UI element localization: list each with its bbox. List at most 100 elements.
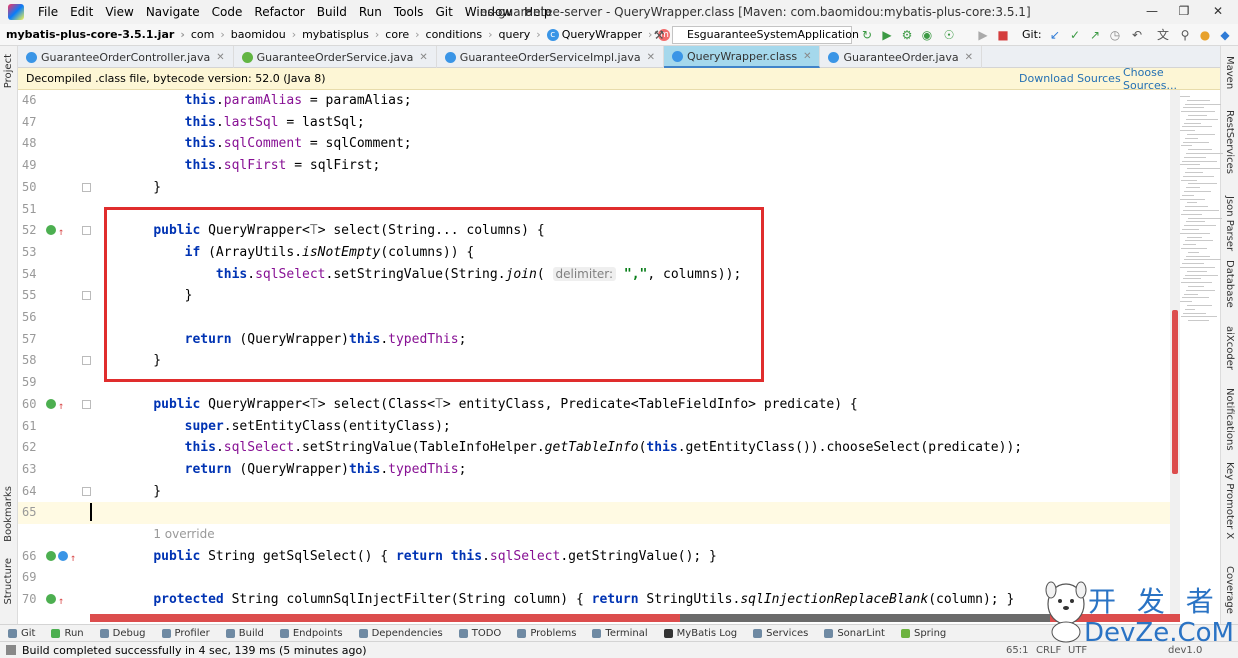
menu-code[interactable]: Code [206, 5, 249, 19]
close-icon[interactable]: ✕ [965, 52, 973, 63]
fold-marker-icon[interactable] [82, 226, 91, 236]
tool-endpoints[interactable]: Endpoints [272, 628, 351, 639]
code-editor[interactable]: 46 this.paramAlias = paramAlias; 47 this.… [18, 90, 1178, 614]
override-marker-icon[interactable] [46, 550, 56, 561]
stop-icon[interactable]: ■ [996, 28, 1010, 42]
structure-tool-button[interactable]: Structure [3, 558, 14, 605]
override-marker-icon[interactable] [46, 594, 56, 605]
close-icon[interactable]: ✕ [647, 52, 655, 63]
breadcrumb-jar[interactable]: mybatis-plus-core-3.5.1.jar › [0, 28, 185, 41]
search-icon[interactable]: ⚲ [1178, 28, 1192, 42]
breadcrumb-querywrapper[interactable]: c QueryWrapper › [541, 28, 652, 41]
tool-terminal[interactable]: Terminal [584, 628, 655, 639]
menu-run[interactable]: Run [353, 5, 388, 19]
code-minimap[interactable] [1178, 90, 1223, 330]
ide-logo-icon[interactable]: ◆ [1218, 28, 1232, 42]
close-icon[interactable]: ✕ [1210, 4, 1226, 20]
tool-run[interactable]: Run [43, 628, 91, 639]
vertical-scrollbar-thumb[interactable] [1172, 310, 1178, 474]
menu-navigate[interactable]: Navigate [140, 5, 206, 19]
resume-icon[interactable]: ▶ [976, 28, 990, 42]
restservices-tool-button[interactable]: RestServices [1224, 110, 1235, 174]
menu-tools[interactable]: Tools [388, 5, 430, 19]
tool-services[interactable]: Services [745, 628, 816, 639]
fold-marker-icon[interactable] [82, 486, 91, 496]
code-line[interactable]: 60 ↑ public QueryWrapper<T> select(Class<… [18, 394, 1178, 416]
close-icon[interactable]: ✕ [216, 52, 224, 63]
menu-git[interactable]: Git [429, 5, 458, 19]
code-line[interactable]: 47 this.lastSql = lastSql; [18, 112, 1178, 134]
json-parser-tool-button[interactable]: Json Parser [1224, 196, 1235, 251]
tool-problems[interactable]: Problems [509, 628, 584, 639]
code-line[interactable]: 1 override [18, 524, 1178, 546]
minimize-icon[interactable]: — [1144, 4, 1160, 20]
code-line[interactable]: 62 this.sqlSelect.setStringValue(TableIn… [18, 437, 1178, 459]
git-commit-icon[interactable]: ✓ [1068, 28, 1082, 42]
override-marker-icon[interactable] [46, 398, 56, 409]
horizontal-scrollbar-thumb[interactable] [680, 614, 1050, 622]
menu-edit[interactable]: Edit [64, 5, 99, 19]
tool-debug[interactable]: Debug [92, 628, 154, 639]
tab-guarantee-order-service[interactable]: GuaranteeOrderService.java ✕ [234, 46, 437, 68]
bookmarks-tool-button[interactable]: Bookmarks [3, 486, 14, 542]
arrow-up-icon[interactable]: ↑ [70, 548, 76, 570]
breadcrumb-baomidou[interactable]: baomidou › [225, 28, 296, 41]
code-line[interactable]: 63 return (QueryWrapper)this.typedThis; [18, 459, 1178, 481]
debug-icon[interactable]: ⚙ [900, 28, 914, 42]
history-icon[interactable]: ◷ [1108, 28, 1122, 42]
run-configuration-select[interactable]: EsguaranteeSystemApplication ▾ [672, 26, 859, 57]
tab-guarantee-order[interactable]: GuaranteeOrder.java ✕ [820, 46, 982, 68]
translate-icon[interactable]: 文 [1156, 28, 1170, 42]
run-icon[interactable]: ▶ [880, 28, 894, 42]
overridden-marker-icon[interactable] [58, 550, 68, 561]
menu-view[interactable]: View [99, 5, 139, 19]
breadcrumb-core[interactable]: core › [379, 28, 419, 41]
menu-file[interactable]: File [32, 5, 64, 19]
fold-marker-icon[interactable] [82, 399, 91, 409]
git-update-icon[interactable]: ↙ [1048, 28, 1062, 42]
aixcoder-tool-button[interactable]: aiXcoder [1224, 326, 1235, 370]
tool-sonarlint[interactable]: SonarLint [816, 628, 893, 639]
code-line[interactable]: 70 ↑ protected String columnSqlInjectFilt… [18, 589, 1178, 611]
fold-marker-icon[interactable] [82, 356, 91, 366]
caret-position[interactable]: 65:1 [1006, 645, 1028, 656]
menu-refactor[interactable]: Refactor [248, 5, 310, 19]
code-line[interactable]: 61 super.setEntityClass(entityClass); [18, 416, 1178, 438]
breadcrumb-conditions[interactable]: conditions › [420, 28, 493, 41]
code-line[interactable]: 66 ↑ public String getSqlSelect() { retur… [18, 546, 1178, 568]
fold-marker-icon[interactable] [82, 291, 91, 301]
database-tool-button[interactable]: Database [1224, 260, 1235, 308]
fold-marker-icon[interactable] [82, 182, 91, 192]
tool-dependencies[interactable]: Dependencies [351, 628, 451, 639]
code-line[interactable]: 46 this.paramAlias = paramAlias; [18, 90, 1178, 112]
restore-icon[interactable]: ❐ [1176, 4, 1192, 20]
code-line[interactable]: 48 this.sqlComment = sqlComment; [18, 133, 1178, 155]
arrow-up-icon[interactable]: ↑ [58, 591, 64, 613]
profiler-icon[interactable]: ☉ [942, 28, 956, 42]
tool-profiler[interactable]: Profiler [154, 628, 218, 639]
breadcrumb-query[interactable]: query › [493, 28, 541, 41]
close-icon[interactable]: ✕ [419, 52, 427, 63]
code-line[interactable]: 64 } [18, 481, 1178, 503]
arrow-up-icon[interactable]: ↑ [58, 396, 64, 418]
tab-query-wrapper-class[interactable]: QueryWrapper.class ✕ [663, 46, 821, 68]
breadcrumb-mybatisplus[interactable]: mybatisplus › [296, 28, 379, 41]
rerun-icon[interactable]: ↻ [860, 28, 874, 42]
rollback-icon[interactable]: ↶ [1130, 28, 1144, 42]
update-icon[interactable]: ● [1198, 28, 1212, 42]
key-promoter-tool-button[interactable]: Key Promoter X [1224, 462, 1235, 539]
hammer-build-icon[interactable]: ⚒ [652, 28, 666, 42]
project-tool-button[interactable]: Project [3, 54, 14, 88]
notifications-tool-button[interactable]: Notifications [1224, 388, 1235, 451]
tool-build[interactable]: Build [218, 628, 272, 639]
code-line[interactable]: 65 [18, 502, 1178, 524]
arrow-up-icon[interactable]: ↑ [58, 222, 64, 244]
code-line[interactable]: 69 [18, 567, 1178, 589]
tool-spring[interactable]: Spring [893, 628, 954, 639]
tool-git[interactable]: Git [0, 628, 43, 639]
close-icon[interactable]: ✕ [803, 51, 811, 62]
tab-guarantee-order-controller[interactable]: GuaranteeOrderController.java ✕ [18, 46, 234, 68]
git-push-icon[interactable]: ↗ [1088, 28, 1102, 42]
choose-sources-link[interactable]: Choose Sources... [1123, 66, 1220, 92]
download-sources-link[interactable]: Download Sources [1019, 72, 1121, 85]
